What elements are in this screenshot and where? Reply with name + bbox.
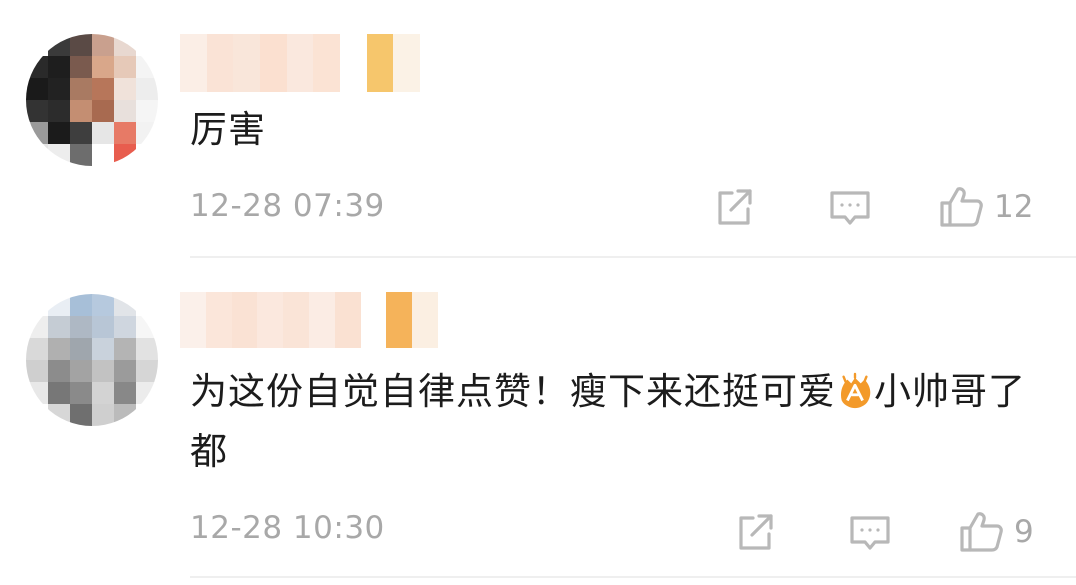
share-icon [739, 514, 773, 550]
comment-icon [850, 516, 890, 550]
comment-text: 为这份自觉自律点赞！瘦下来还挺可爱 小帅哥了都 [190, 362, 1060, 482]
comment-icon [830, 191, 870, 225]
reply-button[interactable] [828, 185, 872, 229]
avatar[interactable] [26, 34, 158, 166]
like-button[interactable]: 12 [938, 183, 1033, 231]
share-icon [718, 189, 752, 225]
divider [190, 576, 1076, 578]
comment-time: 12-28 10:30 [190, 510, 385, 546]
avatar[interactable] [26, 294, 158, 426]
like-count: 12 [994, 189, 1034, 225]
divider [190, 256, 1076, 258]
comment-item: 为这份自觉自律点赞！瘦下来还挺可爱 小帅哥了都 12-28 10:30 9 [0, 262, 1076, 580]
username-blurred[interactable] [180, 292, 438, 348]
comment-text: 厉害 [190, 108, 266, 151]
clapping-hands-emoji [840, 372, 871, 409]
comment-item: 厉害 12-28 07:39 12 [0, 0, 1076, 258]
username-blurred[interactable] [180, 34, 421, 92]
share-button[interactable] [733, 510, 777, 554]
comment-text-part-1: 为这份自觉自律点赞！瘦下来还挺可爱 [190, 370, 836, 413]
comment-time: 12-28 07:39 [190, 188, 385, 224]
share-button[interactable] [712, 185, 756, 229]
like-button[interactable]: 9 [958, 508, 1034, 556]
thumbs-up-icon [940, 187, 983, 227]
thumbs-up-icon [960, 512, 1003, 552]
reply-button[interactable] [848, 510, 892, 554]
like-count: 9 [1014, 514, 1034, 550]
